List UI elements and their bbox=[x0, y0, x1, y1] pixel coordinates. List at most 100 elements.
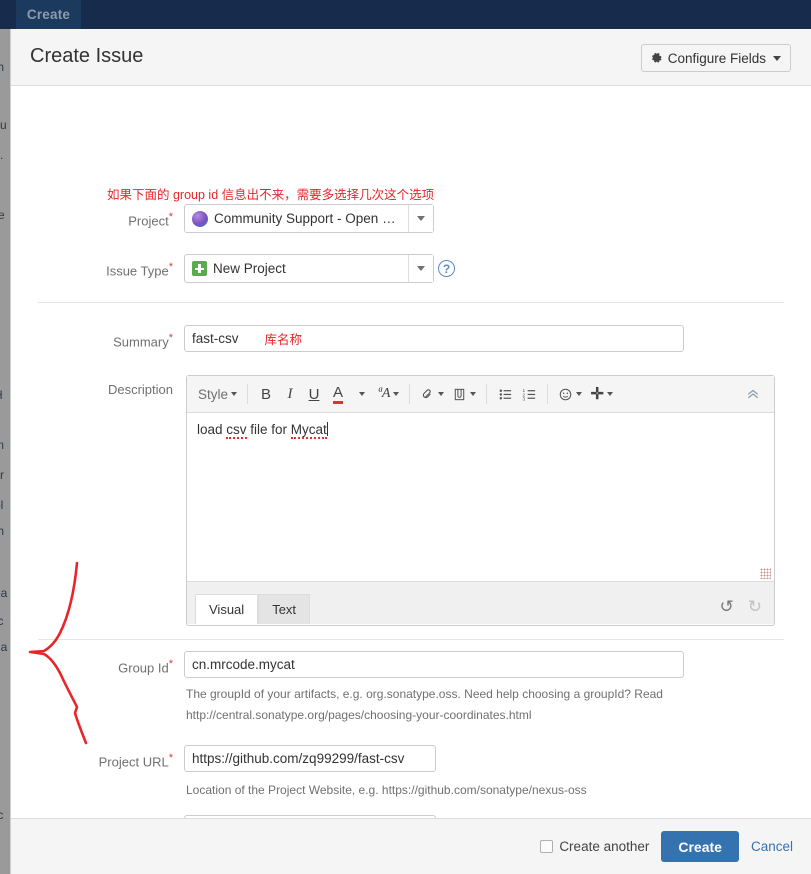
group-id-hint-line-2: http://central.sonatype.org/pages/choosi… bbox=[186, 708, 532, 722]
dialog-footer: Create another Create Cancel bbox=[11, 818, 811, 874]
project-url-input-value: https://github.com/zq99299/fast-csv bbox=[192, 751, 404, 766]
collapse-toolbar-button[interactable] bbox=[742, 382, 764, 407]
resize-grip-icon[interactable] bbox=[760, 568, 771, 579]
new-project-icon bbox=[192, 261, 207, 276]
create-button[interactable]: Create bbox=[661, 831, 739, 862]
create-another-checkbox[interactable] bbox=[540, 840, 553, 853]
section-divider bbox=[38, 302, 784, 303]
underline-button[interactable]: U bbox=[303, 382, 325, 407]
create-another-checkbox-group[interactable]: Create another bbox=[540, 839, 649, 854]
tab-visual[interactable]: Visual bbox=[195, 594, 258, 624]
create-another-label: Create another bbox=[559, 839, 649, 854]
group-id-input[interactable]: cn.mrcode.mycat bbox=[184, 651, 684, 678]
attach-button[interactable] bbox=[449, 382, 479, 407]
chevron-double-up-icon bbox=[746, 387, 760, 401]
bold-button[interactable]: B bbox=[255, 382, 277, 407]
chevron-down-icon bbox=[393, 392, 399, 396]
nav-create-button[interactable]: Create bbox=[16, 0, 81, 29]
background-text-fragment: ol bbox=[0, 497, 3, 514]
summary-input[interactable]: fast-csv 库名称 bbox=[184, 325, 684, 352]
issue-type-select[interactable]: New Project bbox=[184, 254, 434, 283]
link-icon bbox=[420, 387, 435, 402]
text-color-dropdown[interactable] bbox=[351, 382, 373, 407]
undo-redo-group: ↺ ↻ bbox=[720, 598, 763, 615]
description-text-part-1: load bbox=[197, 422, 226, 437]
project-label: Project* bbox=[51, 211, 173, 228]
configure-fields-button[interactable]: Configure Fields bbox=[641, 44, 791, 72]
summary-input-value: fast-csv bbox=[192, 331, 239, 346]
project-url-input[interactable]: https://github.com/zq99299/fast-csv bbox=[184, 745, 436, 772]
chevron-down-icon bbox=[359, 392, 365, 396]
page-title: Create Issue bbox=[30, 45, 143, 68]
background-text-fragment: th bbox=[0, 523, 4, 540]
project-avatar-icon bbox=[192, 211, 208, 227]
emoji-button[interactable] bbox=[555, 382, 585, 407]
cancel-link[interactable]: Cancel bbox=[751, 839, 793, 854]
description-textarea[interactable]: load csv file for Mycat bbox=[187, 413, 774, 581]
configure-fields-label: Configure Fields bbox=[668, 51, 766, 66]
gear-icon bbox=[650, 52, 663, 65]
insert-more-button[interactable]: ✛ bbox=[587, 382, 615, 407]
annotation-top-note: 如果下面的 group id 信息出不来，需要多选择几次这个选项 bbox=[107, 184, 434, 203]
text-style-button[interactable]: ªA bbox=[375, 382, 402, 407]
editor-mode-tabs: Visual Text bbox=[195, 594, 310, 624]
tab-text[interactable]: Text bbox=[258, 594, 310, 624]
background-text-fragment: na bbox=[0, 639, 7, 656]
chevron-down-icon bbox=[773, 56, 781, 61]
background-text-fragment: m bbox=[0, 437, 4, 454]
help-icon[interactable]: ? bbox=[438, 260, 455, 277]
numbered-list-button[interactable]: 1 2 3 bbox=[518, 382, 540, 407]
background-text-fragment: ri bbox=[0, 781, 1, 798]
undo-icon[interactable]: ↺ bbox=[720, 598, 734, 615]
description-text-part-3: file for bbox=[247, 422, 291, 437]
background-text-fragment: /c bbox=[0, 613, 3, 630]
issue-type-select-arrow[interactable] bbox=[408, 255, 433, 282]
chevron-down-icon bbox=[470, 392, 476, 396]
project-select[interactable]: Community Support - Open … bbox=[184, 204, 434, 233]
bullet-list-button[interactable] bbox=[494, 382, 516, 407]
background-text-fragment: H bbox=[0, 387, 3, 404]
project-select-value: Community Support - Open … bbox=[214, 211, 396, 226]
project-select-arrow[interactable] bbox=[408, 205, 433, 232]
toolbar-divider bbox=[547, 384, 548, 404]
create-issue-dialog: Create Issue Configure Fields 如果下面的 grou… bbox=[10, 29, 811, 874]
summary-label: Summary* bbox=[51, 332, 173, 349]
group-id-hint-line-1: The groupId of your artifacts, e.g. org.… bbox=[186, 687, 663, 701]
numbered-list-icon: 1 2 3 bbox=[522, 387, 537, 402]
project-url-label: Project URL* bbox=[51, 752, 173, 769]
background-text-fragment: th bbox=[0, 59, 4, 76]
chevron-down-icon bbox=[607, 392, 613, 396]
background-text-fragment: ea bbox=[0, 585, 7, 602]
attachment-icon bbox=[452, 387, 467, 402]
annotation-summary-note: 库名称 bbox=[265, 329, 303, 348]
style-menu[interactable]: Style bbox=[195, 382, 240, 407]
issue-type-label: Issue Type* bbox=[51, 261, 173, 278]
redo-icon[interactable]: ↻ bbox=[748, 598, 762, 615]
group-id-label: Group Id* bbox=[51, 658, 173, 675]
project-url-hint: Location of the Project Website, e.g. ht… bbox=[186, 783, 587, 797]
description-misspelled-csv: csv bbox=[226, 422, 246, 439]
background-text-fragment: s. bbox=[0, 147, 3, 164]
group-id-input-value: cn.mrcode.mycat bbox=[192, 657, 295, 672]
svg-text:3: 3 bbox=[522, 396, 525, 401]
toolbar-divider bbox=[409, 384, 410, 404]
background-text-fragment: cr bbox=[0, 467, 4, 484]
chevron-down-icon bbox=[576, 392, 582, 396]
background-text-fragment: re bbox=[0, 207, 5, 224]
top-navigation-bar: Create bbox=[0, 0, 811, 29]
dialog-header: Create Issue Configure Fields bbox=[11, 29, 811, 86]
section-divider bbox=[38, 639, 784, 640]
chevron-down-icon bbox=[438, 392, 444, 396]
italic-button[interactable]: I bbox=[279, 382, 301, 407]
bullet-list-icon bbox=[498, 387, 513, 402]
description-label: Description bbox=[51, 382, 173, 397]
toolbar-divider bbox=[486, 384, 487, 404]
description-misspelled-mycat: Mycat bbox=[291, 422, 327, 439]
issue-type-value-wrap: New Project bbox=[185, 261, 408, 276]
chevron-down-icon bbox=[417, 216, 425, 221]
text-color-button[interactable]: A bbox=[327, 382, 349, 407]
toolbar-divider bbox=[247, 384, 248, 404]
editor-footer: Visual Text ↺ ↻ bbox=[187, 581, 774, 624]
link-button[interactable] bbox=[417, 382, 447, 407]
description-editor: Style B I U A bbox=[186, 375, 775, 626]
